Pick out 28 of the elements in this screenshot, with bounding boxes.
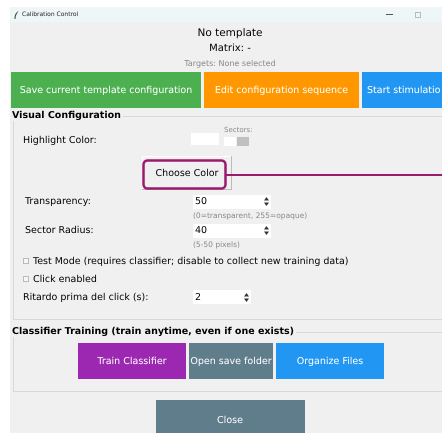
field-label: Sector Radius: (24, 225, 95, 236)
spin-arrows-icon[interactable] (264, 197, 269, 206)
checkbox-label: Test Mode (requires classifier; disable to collect new training data) (33, 256, 348, 266)
close-button[interactable]: Close (156, 400, 304, 433)
action-button[interactable]: Train Classifier (78, 343, 186, 379)
action-button[interactable]: Open save folder (189, 343, 273, 379)
checkbox-label: Click enabled (33, 274, 97, 284)
action-button[interactable]: Organize Files (276, 343, 384, 379)
minimize-icon[interactable] (386, 14, 393, 15)
checkbox[interactable] (23, 258, 29, 264)
targets-label: Targets: None selected (184, 58, 276, 70)
maximize-icon[interactable] (415, 12, 421, 18)
action-button[interactable]: Save current template configuration (11, 72, 201, 108)
feather-icon (14, 10, 19, 18)
field-label: Transparency: (24, 196, 92, 207)
field-label: Ritardo prima del click (s): (23, 292, 150, 302)
section-title: Visual Configuration (12, 110, 123, 121)
section-title: Classifier Training (train anytime, even if one exists) (12, 326, 296, 337)
spin-arrows-icon[interactable] (264, 226, 269, 235)
spin-box[interactable]: 40 (193, 224, 271, 238)
spin-box[interactable]: 50 (193, 194, 271, 208)
action-button[interactable]: Start stimulatio (362, 72, 442, 108)
field-label: Highlight Color: (23, 135, 98, 146)
checkbox[interactable] (23, 276, 29, 282)
matrix-label: Matrix: - (209, 42, 251, 56)
spin-arrows-icon[interactable] (244, 292, 249, 302)
spin-box[interactable]: 2 (193, 290, 251, 304)
template-title: No template (197, 26, 262, 41)
